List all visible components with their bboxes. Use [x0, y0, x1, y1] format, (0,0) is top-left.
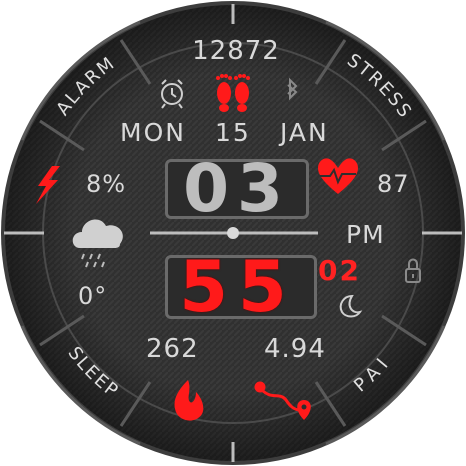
day-of-week: MON — [120, 118, 186, 147]
heart-rate-value: 87 — [377, 170, 410, 198]
center-dot — [227, 227, 239, 239]
month: JAN — [280, 118, 329, 147]
hour-value: 03 — [183, 150, 291, 227]
battery-value: 8% — [86, 170, 127, 198]
minute-value: 55 — [179, 246, 297, 328]
calories-value: 262 — [146, 334, 199, 364]
steps-value: 12872 — [192, 36, 280, 66]
date-day: 15 — [215, 118, 251, 147]
watch-face-graphics: ALARM STRESS SLEEP PAI — [1, 1, 465, 465]
distance-value: 4.94 — [264, 334, 326, 364]
second-value: 02 — [318, 254, 361, 287]
am-pm: PM — [346, 220, 385, 249]
watch-face: ALARM STRESS SLEEP PAI 12872 MON 15 JAN … — [0, 0, 466, 466]
temperature-value: 0° — [78, 282, 108, 310]
